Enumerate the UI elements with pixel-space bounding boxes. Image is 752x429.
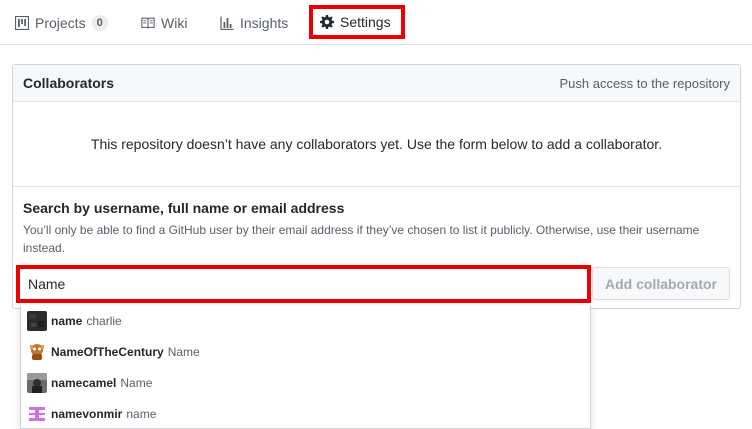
suggestion-login: namecamel bbox=[51, 375, 117, 390]
tab-insights[interactable]: Insights bbox=[219, 0, 288, 45]
tab-settings[interactable]: Settings bbox=[309, 5, 405, 39]
tab-wiki-label: Wiki bbox=[161, 14, 188, 31]
avatar bbox=[27, 341, 47, 362]
user-suggestion-list: name charlie NameOfTheCentury Name namec… bbox=[20, 305, 591, 429]
repo-nav-tabs: Projects 0 Wiki Insights Settings bbox=[0, 0, 752, 45]
book-icon bbox=[140, 15, 156, 31]
graph-icon bbox=[219, 15, 235, 31]
suggestion-item[interactable]: namecamel Name bbox=[21, 367, 590, 398]
suggestion-fullname: charlie bbox=[86, 313, 122, 328]
suggestion-item[interactable]: name charlie bbox=[21, 305, 590, 336]
push-access-note: Push access to the repository bbox=[559, 75, 730, 91]
add-collaborator-button[interactable]: Add collaborator bbox=[592, 267, 730, 300]
avatar bbox=[27, 372, 47, 393]
avatar bbox=[27, 310, 47, 331]
search-heading: Search by username, full name or email a… bbox=[23, 200, 345, 216]
search-hint: You’ll only be able to find a GitHub use… bbox=[23, 223, 700, 255]
tab-wiki[interactable]: Wiki bbox=[140, 0, 187, 45]
suggestion-item[interactable]: namevonmir name bbox=[21, 398, 590, 428]
suggestion-login: name bbox=[51, 313, 83, 328]
tab-projects-label: Projects bbox=[35, 14, 86, 31]
empty-collaborators-message: This repository doesn’t have any collabo… bbox=[13, 102, 740, 187]
suggestion-fullname: Name bbox=[120, 375, 153, 390]
gear-icon bbox=[319, 14, 335, 30]
avatar bbox=[27, 403, 47, 424]
project-icon bbox=[14, 15, 30, 31]
collaborators-header: Collaborators Push access to the reposit… bbox=[13, 65, 740, 102]
collaborator-search-input[interactable] bbox=[16, 265, 591, 303]
tab-projects[interactable]: Projects 0 bbox=[14, 0, 108, 45]
tab-insights-label: Insights bbox=[240, 14, 289, 31]
suggestion-login: NameOfTheCentury bbox=[51, 344, 164, 359]
suggestion-fullname: Name bbox=[167, 344, 200, 359]
tab-settings-label: Settings bbox=[340, 14, 391, 30]
collaborators-title: Collaborators bbox=[23, 75, 115, 91]
suggestion-fullname: name bbox=[126, 406, 157, 421]
suggestion-login: namevonmir bbox=[51, 406, 123, 421]
suggestion-item[interactable]: NameOfTheCentury Name bbox=[21, 336, 590, 367]
projects-count-badge: 0 bbox=[91, 14, 108, 31]
